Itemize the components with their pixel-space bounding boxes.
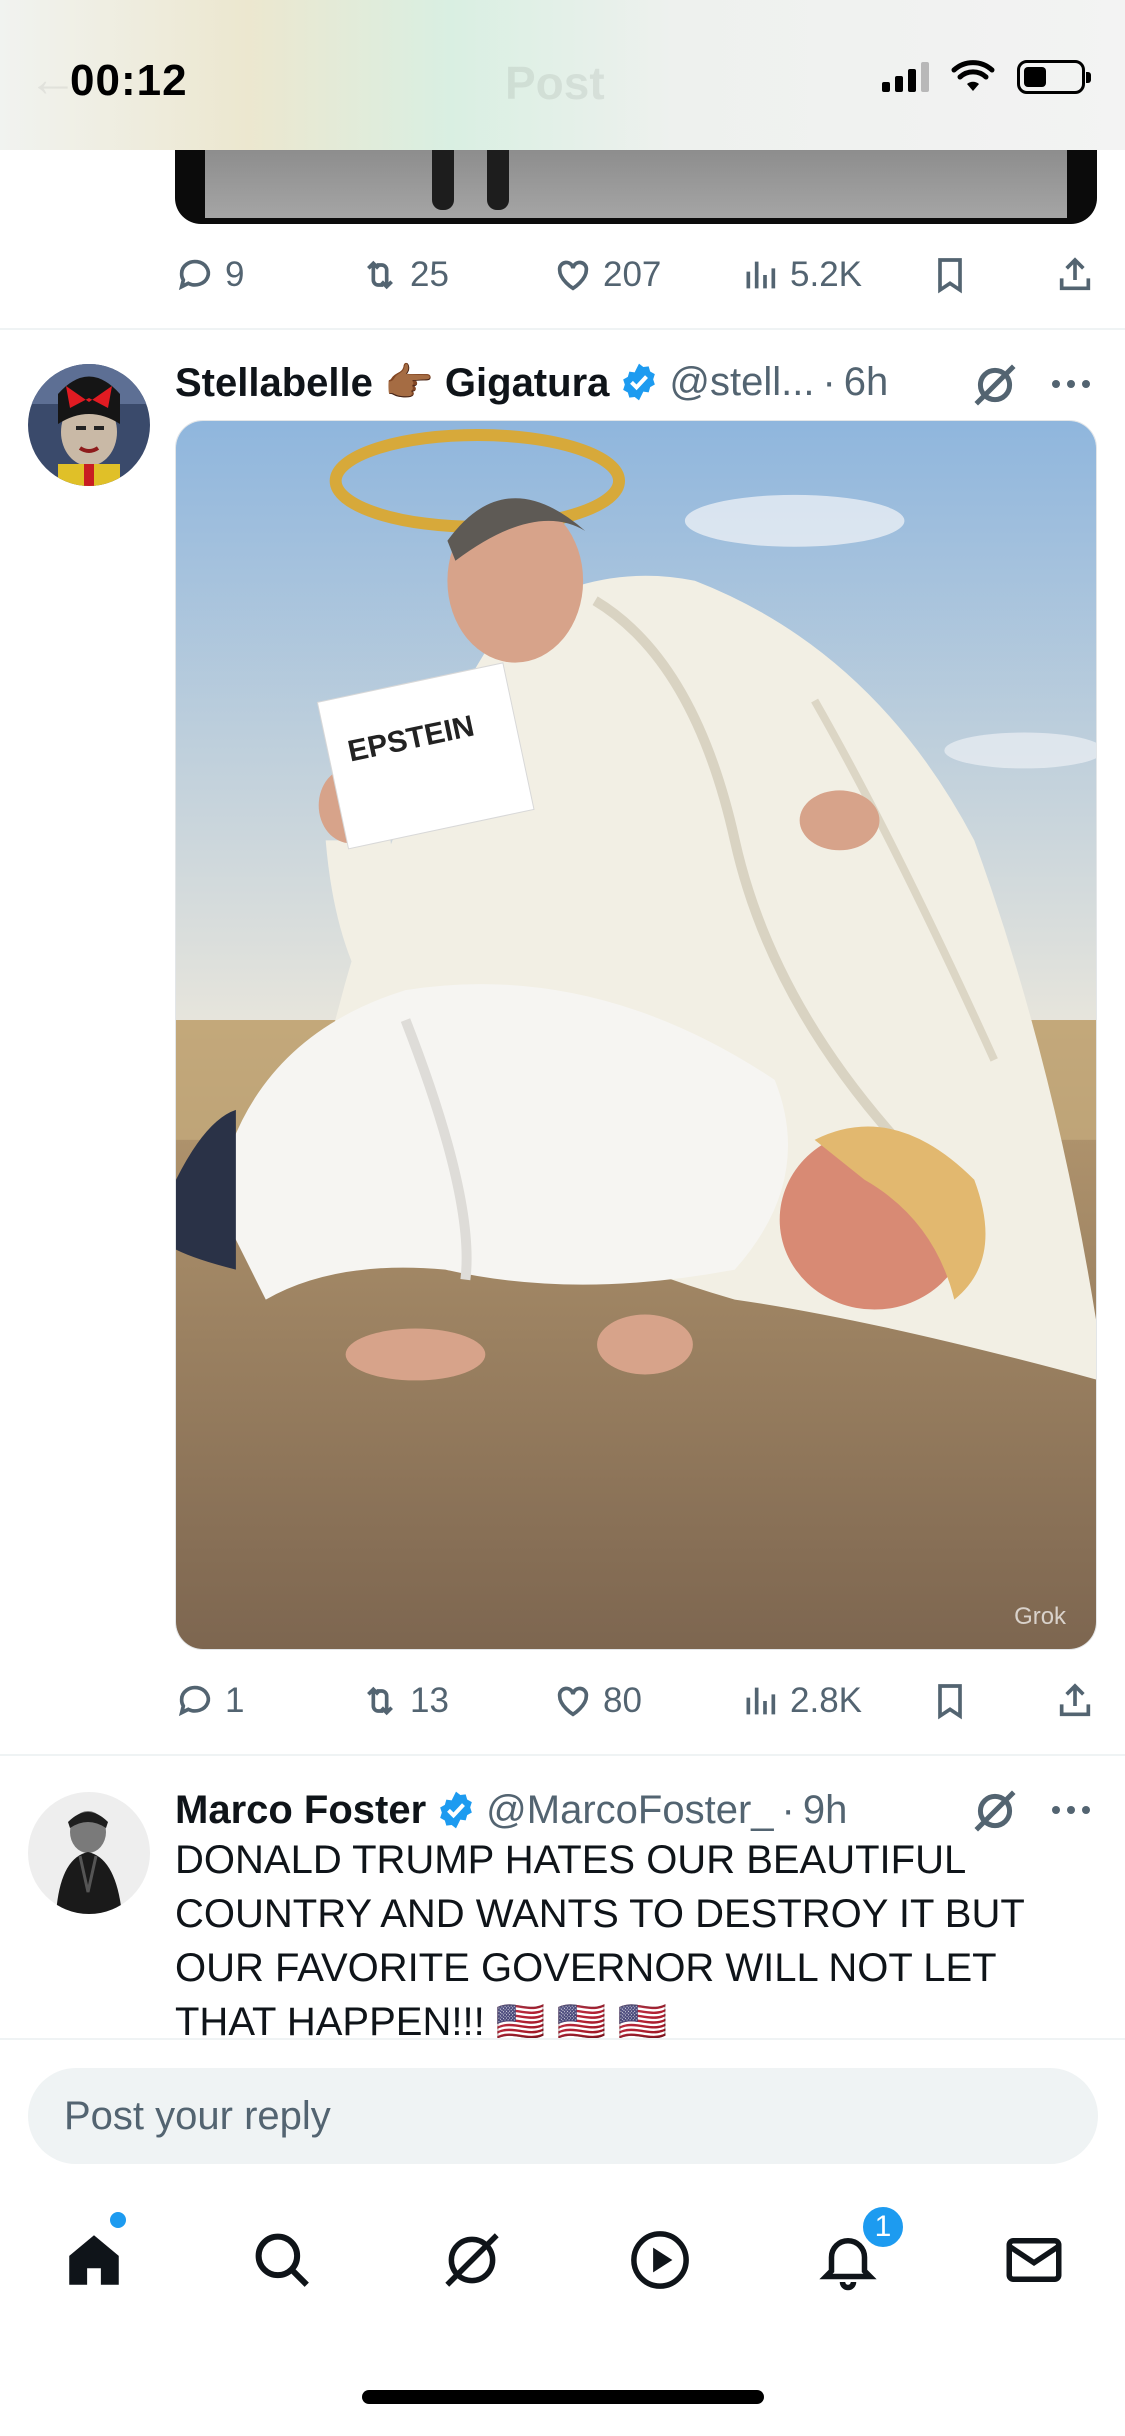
heart-icon <box>557 260 589 291</box>
user-handle[interactable]: @stell... <box>669 360 814 405</box>
grok-icon[interactable] <box>970 360 1020 410</box>
status-time: 00:12 <box>70 56 188 105</box>
header-title: Post <box>505 57 605 109</box>
views-button[interactable]: 5.2K <box>740 255 862 295</box>
search-icon <box>255 2233 309 2287</box>
status-bar: ← Post 00:12 <box>0 0 1125 150</box>
tweet-actions: 1 13 80 2.8K <box>175 1676 1095 1726</box>
home-icon <box>69 2235 119 2285</box>
avatar[interactable] <box>28 364 150 486</box>
verified-badge-icon <box>440 1791 473 1829</box>
reply-icon <box>178 259 211 291</box>
tab-video[interactable] <box>620 2220 700 2300</box>
like-button[interactable]: 80 <box>553 1681 642 1721</box>
reply-count: 1 <box>225 1681 245 1720</box>
tab-messages[interactable] <box>994 2220 1074 2300</box>
previous-image-detail <box>432 150 517 218</box>
share-button[interactable] <box>1055 255 1095 295</box>
repost-count: 25 <box>410 255 449 294</box>
display-name[interactable]: Stellabelle 👉🏾 Gigatura <box>175 359 609 406</box>
share-icon <box>1059 257 1091 291</box>
previous-tweet-image[interactable] <box>175 150 1097 224</box>
tweet-image[interactable]: EPSTEIN Grok <box>175 420 1097 1650</box>
bookmark-icon <box>938 1684 962 1720</box>
repost-count: 13 <box>410 1681 449 1720</box>
bookmark-button[interactable] <box>930 255 970 295</box>
previous-tweet-actions: 9 25 207 5.2K <box>175 250 1095 300</box>
bookmark-icon <box>938 258 962 294</box>
repost-button[interactable]: 13 <box>360 1681 449 1721</box>
play-icon <box>631 2231 689 2289</box>
repost-icon <box>367 1686 393 1716</box>
image-watermark: Grok <box>1014 1603 1066 1630</box>
views-button[interactable]: 2.8K <box>740 1681 862 1721</box>
timestamp: 9h <box>802 1787 848 1832</box>
wifi-icon <box>951 60 995 91</box>
grok-icon[interactable] <box>970 1786 1020 1836</box>
battery-icon <box>1017 60 1091 94</box>
reply-icon <box>178 1685 211 1717</box>
timestamp: 6h <box>843 359 889 404</box>
views-icon <box>746 1687 776 1715</box>
home-indicator <box>362 2390 764 2404</box>
status-icons <box>882 60 1091 94</box>
like-button[interactable]: 207 <box>553 255 661 295</box>
grok-icon <box>445 2233 499 2287</box>
like-count: 80 <box>603 1681 642 1720</box>
reply-button[interactable]: 1 <box>175 1681 244 1721</box>
separator-dot: · <box>822 359 836 404</box>
share-icon <box>1059 1683 1091 1717</box>
repost-icon <box>367 260 393 290</box>
avatar[interactable] <box>28 1792 150 1914</box>
divider <box>0 328 1125 330</box>
tweet-text: DONALD TRUMP HATES OUR BEAUTIFUL COUNTRY… <box>175 1838 1025 2044</box>
tab-notifications[interactable]: 1 <box>808 2204 906 2300</box>
heart-icon <box>557 1686 589 1717</box>
share-button[interactable] <box>1055 1681 1095 1721</box>
bookmark-button[interactable] <box>930 1681 970 1721</box>
like-count: 207 <box>603 255 662 294</box>
repost-button[interactable]: 25 <box>360 255 449 295</box>
more-options-icon[interactable] <box>1052 380 1090 388</box>
tweet-header: Stellabelle 👉🏾 Gigatura @stell... · 6h <box>175 354 888 410</box>
tab-grok[interactable] <box>432 2220 512 2300</box>
views-count: 5.2K <box>790 255 862 294</box>
reply-count: 9 <box>225 255 245 294</box>
tab-search[interactable] <box>242 2220 322 2300</box>
reply-input[interactable]: Post your reply <box>28 2068 1098 2164</box>
reply-bar: Post your reply <box>0 2038 1125 2164</box>
notification-badge: 1 <box>860 2204 906 2250</box>
more-options-icon[interactable] <box>1052 1806 1090 1814</box>
tweet-header: Marco Foster @MarcoFoster_ · 9h <box>175 1782 847 1838</box>
user-handle[interactable]: @MarcoFoster_ <box>486 1788 773 1833</box>
separator-dot: · <box>781 1787 795 1832</box>
views-count: 2.8K <box>790 1681 862 1720</box>
new-posts-dot <box>110 2212 126 2228</box>
cellular-signal-icon <box>882 62 929 92</box>
views-icon <box>746 261 776 289</box>
tab-home[interactable] <box>54 2212 134 2300</box>
reply-button[interactable]: 9 <box>175 255 244 295</box>
display-name[interactable]: Marco Foster <box>175 1788 426 1833</box>
mail-icon <box>1006 2238 1062 2282</box>
divider <box>0 1754 1125 1756</box>
verified-badge-icon <box>623 363 656 401</box>
